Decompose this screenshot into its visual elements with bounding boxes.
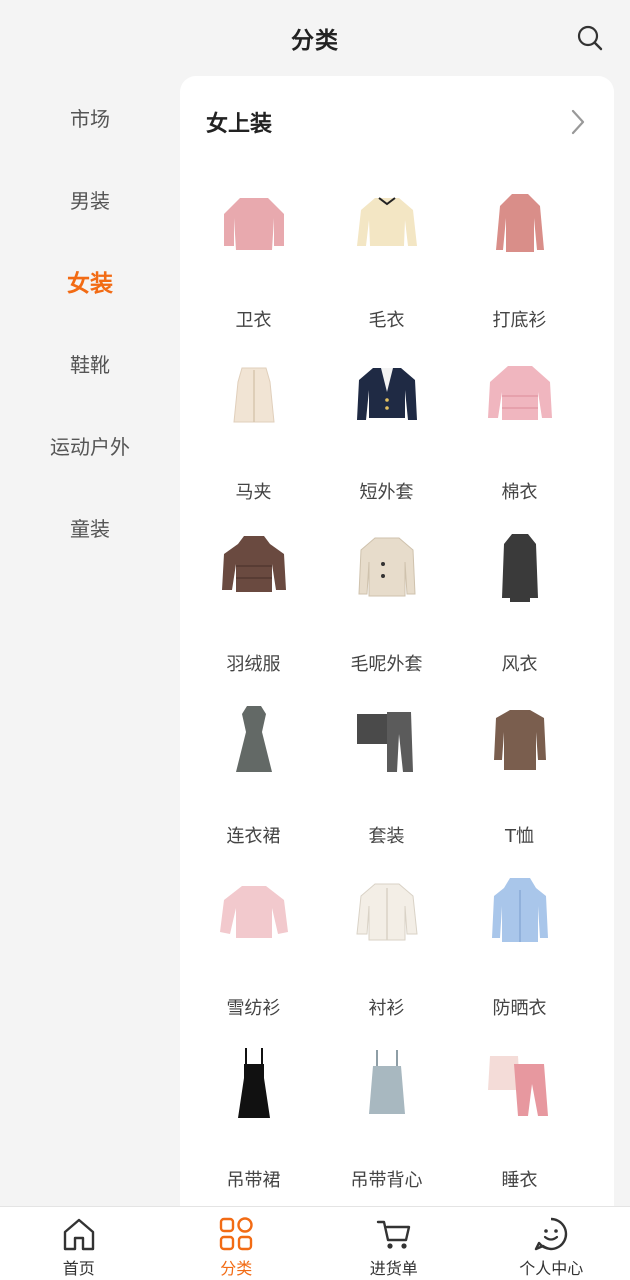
subcategory-grid: 卫衣 毛衣 打底衫 马夹 短外套 棉衣 羽绒服 毛呢外套 风衣 连衣裙 套装 T… (180, 168, 614, 1200)
camisole-icon (339, 1036, 435, 1132)
sidebar-item-market[interactable]: 市场 (0, 76, 180, 158)
tab-label: 首页 (62, 1259, 95, 1278)
section-header: 女上装 (180, 76, 614, 168)
subcategory-item[interactable]: 吊带裙 (187, 1028, 320, 1200)
subcategory-item[interactable]: 雪纺衫 (187, 856, 320, 1028)
sweater-icon (339, 176, 435, 272)
subcategory-label: 衬衫 (368, 998, 405, 1019)
subcategory-item[interactable]: 马夹 (187, 340, 320, 512)
subcategory-label: 马夹 (235, 482, 272, 503)
trench-coat-icon (472, 520, 568, 616)
vest-icon (206, 348, 302, 444)
category-panel: 女上装 卫衣 毛衣 打底衫 马夹 短外套 棉衣 羽绒服 毛呢外套 风衣 连衣裙 … (180, 76, 614, 1206)
subcategory-item[interactable]: 卫衣 (187, 168, 320, 340)
subcategory-label: 吊带裙 (226, 1170, 281, 1191)
subcategory-item[interactable]: 棉衣 (453, 340, 586, 512)
section-more-button[interactable] (564, 102, 592, 142)
bottom-tab-bar: 首页 分类 进货单 个人中心 (0, 1206, 630, 1280)
subcategory-item[interactable]: 羽绒服 (187, 512, 320, 684)
chiffon-blouse-icon (206, 864, 302, 960)
home-icon (60, 1215, 98, 1253)
page-title: 分类 (291, 28, 339, 54)
suit-set-icon (339, 692, 435, 788)
subcategory-item[interactable]: 风衣 (453, 512, 586, 684)
tab-cart[interactable]: 进货单 (315, 1207, 473, 1280)
subcategory-label: 雪纺衫 (226, 998, 281, 1019)
subcategory-label: 卫衣 (235, 310, 272, 331)
subcategory-item[interactable]: 打底衫 (453, 168, 586, 340)
sidebar-item-womenswear[interactable]: 女装 (0, 240, 180, 322)
sidebar-item-menswear[interactable]: 男装 (0, 158, 180, 240)
subcategory-item[interactable]: 衬衫 (320, 856, 453, 1028)
subcategory-label: 防晒衣 (492, 998, 547, 1019)
top-header: 分类 (0, 0, 630, 76)
padded-coat-icon (472, 348, 568, 444)
subcategory-label: 套装 (368, 826, 405, 847)
sidebar-item-kidswear[interactable]: 童装 (0, 486, 180, 568)
subcategory-item[interactable]: 短外套 (320, 340, 453, 512)
subcategory-label: 毛呢外套 (350, 654, 423, 675)
subcategory-item[interactable]: 睡衣 (453, 1028, 586, 1200)
subcategory-item[interactable]: T恤 (453, 684, 586, 856)
tab-home[interactable]: 首页 (0, 1207, 158, 1280)
pajamas-icon (472, 1036, 568, 1132)
subcategory-label: 吊带背心 (350, 1170, 423, 1191)
subcategory-label: 毛衣 (368, 310, 405, 331)
sweatshirt-icon (206, 176, 302, 272)
dress-icon (206, 692, 302, 788)
subcategory-label: 睡衣 (501, 1170, 538, 1191)
shirt-icon (339, 864, 435, 960)
base-shirt-icon (472, 176, 568, 272)
sun-protection-icon (472, 864, 568, 960)
category-sidebar: 市场 男装 女装 鞋靴 运动户外 童装 (0, 76, 180, 1206)
subcategory-label: 短外套 (359, 482, 414, 503)
chevron-right-icon (571, 109, 585, 135)
category-icon (217, 1215, 255, 1253)
subcategory-label: 连衣裙 (226, 826, 281, 847)
tshirt-icon (472, 692, 568, 788)
wool-coat-icon (339, 520, 435, 616)
tab-category[interactable]: 分类 (158, 1207, 316, 1280)
tab-label: 分类 (220, 1259, 253, 1278)
subcategory-item[interactable]: 毛呢外套 (320, 512, 453, 684)
profile-icon (532, 1215, 570, 1253)
down-jacket-icon (206, 520, 302, 616)
subcategory-label: 羽绒服 (226, 654, 281, 675)
section-title: 女上装 (206, 112, 273, 137)
subcategory-label: 棉衣 (501, 482, 538, 503)
sidebar-item-sports-outdoor[interactable]: 运动户外 (0, 404, 180, 486)
subcategory-label: 打底衫 (492, 310, 547, 331)
tab-profile[interactable]: 个人中心 (473, 1207, 630, 1280)
tab-label: 个人中心 (519, 1259, 584, 1278)
subcategory-item[interactable]: 毛衣 (320, 168, 453, 340)
slip-dress-icon (206, 1036, 302, 1132)
cart-icon (375, 1215, 413, 1253)
subcategory-label: 风衣 (501, 654, 538, 675)
subcategory-item[interactable]: 防晒衣 (453, 856, 586, 1028)
subcategory-item[interactable]: 套装 (320, 684, 453, 856)
subcategory-item[interactable]: 连衣裙 (187, 684, 320, 856)
subcategory-item[interactable]: 吊带背心 (320, 1028, 453, 1200)
category-page: 分类 市场 男装 女装 鞋靴 运动户外 童装 女上装 卫衣 毛衣 打底衫 马夹 … (0, 0, 630, 1280)
tab-label: 进货单 (369, 1259, 418, 1278)
sidebar-item-shoes[interactable]: 鞋靴 (0, 322, 180, 404)
search-button[interactable] (574, 22, 606, 54)
subcategory-label: T恤 (505, 826, 534, 847)
short-jacket-icon (339, 348, 435, 444)
search-icon (577, 25, 603, 51)
